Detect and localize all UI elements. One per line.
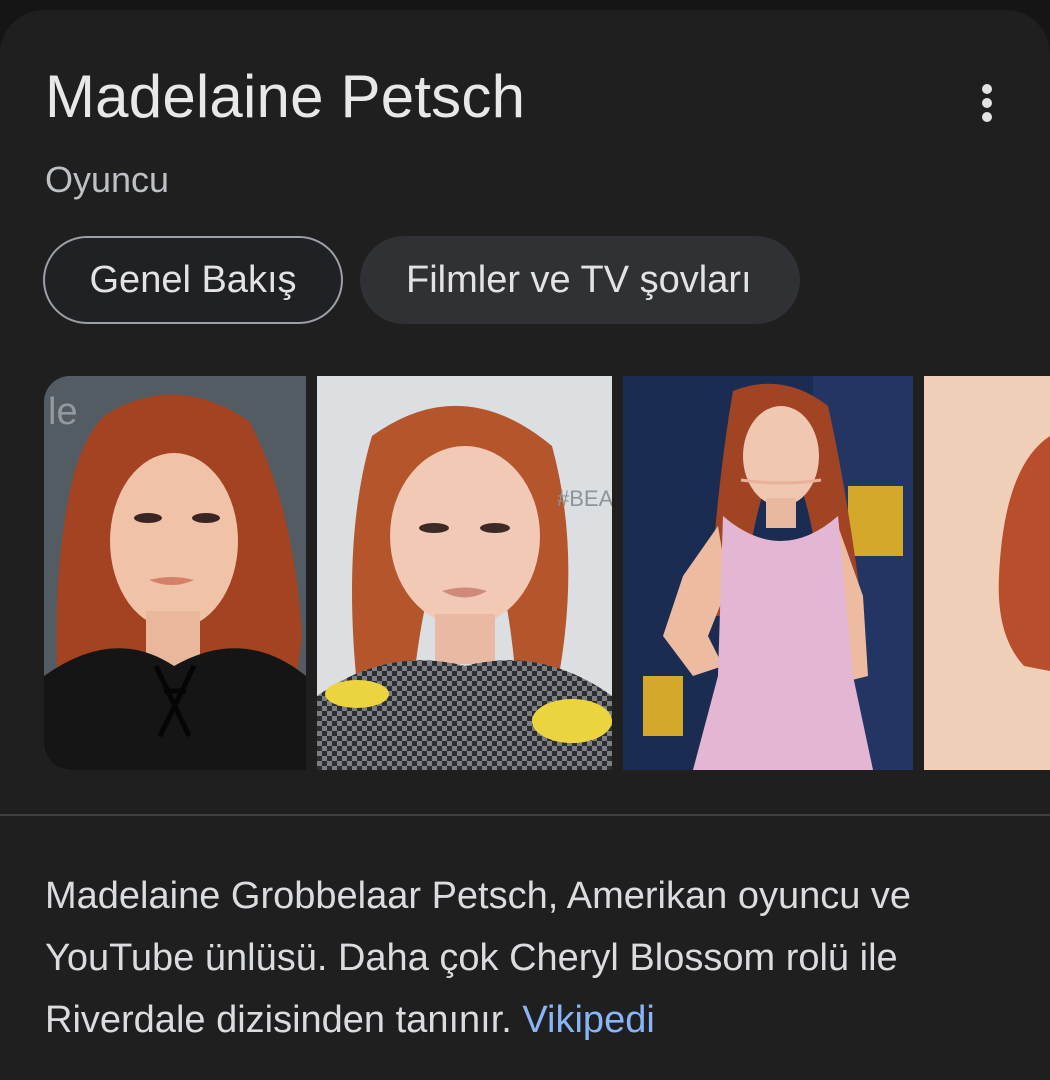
portrait-photo-2[interactable]: #BEA: [317, 376, 612, 770]
entity-description: Madelaine Grobbelaar Petsch, Amerikan oy…: [45, 865, 1020, 1051]
tab-films-and-tv[interactable]: Filmler ve TV şovları: [360, 236, 800, 324]
more-vert-icon: [982, 84, 992, 122]
entity-subtitle: Oyuncu: [45, 159, 170, 200]
portrait-photo-1[interactable]: le: [44, 376, 306, 770]
portrait-photo-4[interactable]: [924, 376, 1050, 770]
svg-text:le: le: [48, 391, 78, 433]
more-options-button[interactable]: [960, 76, 1014, 130]
tab-overview[interactable]: Genel Bakış: [43, 236, 343, 324]
wikipedia-source-link[interactable]: Vikipedi: [522, 999, 654, 1041]
svg-text:#BEA: #BEA: [557, 486, 612, 511]
knowledge-panel: Madelaine Petsch Oyuncu Genel Bakış Film…: [0, 10, 1050, 1080]
description-text: Madelaine Grobbelaar Petsch, Amerikan oy…: [45, 875, 912, 1041]
red-carpet-photo[interactable]: [623, 376, 913, 770]
page-title: Madelaine Petsch: [45, 63, 526, 130]
image-carousel[interactable]: le #BEA: [44, 376, 1050, 770]
section-divider: [0, 814, 1050, 816]
